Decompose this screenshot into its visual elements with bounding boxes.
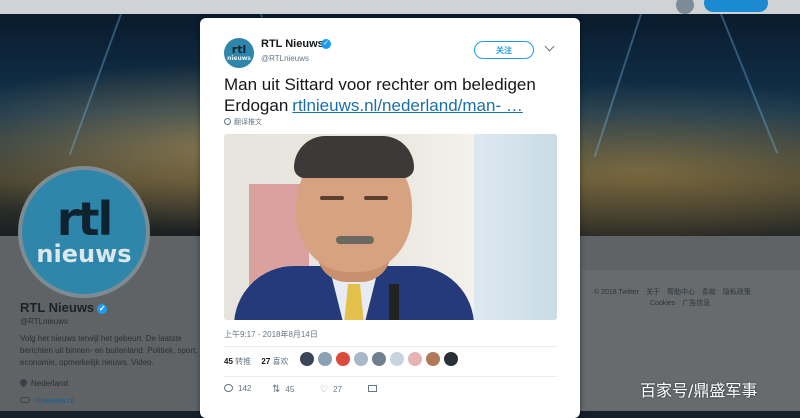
footer-link[interactable]: Cookies: [650, 300, 675, 307]
profile-url[interactable]: rtlnieuws.nl: [20, 396, 74, 405]
follow-button[interactable]: 关注: [474, 41, 534, 59]
liker-avatar[interactable]: [318, 352, 332, 366]
tweet-link[interactable]: rtlnieuws.nl/nederland/man- …: [292, 96, 523, 115]
watermark: 百家号/鼎盛军事: [640, 381, 758, 400]
profile-location: Nederland: [18, 377, 68, 388]
profile-handle: @RTLnieuws: [20, 317, 68, 326]
footer-link[interactable]: 广告信息: [682, 300, 710, 307]
retweets-label[interactable]: 转推: [235, 357, 251, 366]
avatar-text-nieuws: nieuws: [227, 55, 251, 62]
translate-tweet[interactable]: 翻译推文: [224, 117, 262, 127]
footer-link[interactable]: © 2018 Twitter: [594, 289, 639, 296]
tweet-stats: 45 转推 27 喜欢: [224, 356, 289, 367]
author-avatar[interactable]: rtl nieuws: [224, 38, 254, 68]
likes-label[interactable]: 喜欢: [273, 357, 289, 366]
heart-icon: ♡: [320, 384, 329, 394]
footer-links: © 2018 Twitter 关于 帮助中心 条款 隐私政策 Cookies 广…: [594, 287, 774, 309]
author-handle[interactable]: @RTLnieuws: [261, 54, 309, 63]
retweets-count[interactable]: 45: [224, 357, 233, 366]
profile-bio: Volg het nieuws terwijl het gebeurt. De …: [20, 334, 198, 367]
footer-link[interactable]: 隐私政策: [723, 289, 751, 296]
retweet-count: 45: [285, 385, 295, 394]
like-button[interactable]: ♡ 27: [320, 384, 342, 395]
profile-name-text: RTL Nieuws: [20, 300, 95, 315]
liker-avatar[interactable]: [408, 352, 422, 366]
footer-link[interactable]: 帮助中心: [667, 289, 695, 296]
like-count: 27: [333, 385, 342, 394]
footer-link[interactable]: 关于: [646, 289, 660, 296]
liker-avatar[interactable]: [354, 352, 368, 366]
reply-icon: [224, 384, 233, 392]
liker-avatar[interactable]: [300, 352, 314, 366]
link-icon: [20, 397, 30, 403]
liker-avatar[interactable]: [444, 352, 458, 366]
liker-avatar[interactable]: [336, 352, 350, 366]
envelope-icon: [368, 385, 377, 392]
location-pin-icon: [18, 377, 29, 388]
divider: [224, 376, 557, 377]
liker-avatar[interactable]: [426, 352, 440, 366]
account-avatar[interactable]: [676, 0, 694, 14]
tweet-text: Man uit Sittard voor rechter om beledige…: [224, 74, 564, 116]
globe-icon: [224, 118, 231, 125]
tweet-timestamp[interactable]: 上午9:17 - 2018年8月14日: [224, 329, 318, 340]
liker-avatars: [300, 352, 462, 368]
retweet-button[interactable]: ⇅ 45: [272, 384, 294, 395]
verified-icon: ✓: [97, 304, 108, 314]
profile-avatar[interactable]: rtl nieuws: [18, 166, 150, 298]
tweet-photo[interactable]: [224, 134, 557, 320]
likes-count[interactable]: 27: [261, 357, 270, 366]
liker-avatar[interactable]: [390, 352, 404, 366]
tweet-compose-button[interactable]: [704, 0, 768, 12]
tweet-modal: rtl nieuws RTL Nieuws ✓ @RTLnieuws 关注 Ma…: [200, 18, 580, 418]
profile-url-text[interactable]: rtlnieuws.nl: [34, 396, 74, 405]
logo-text-nieuws: nieuws: [36, 240, 132, 268]
retweet-icon: ⇅: [272, 384, 281, 395]
footer-link[interactable]: 条款: [702, 289, 716, 296]
reply-button[interactable]: 142: [224, 384, 251, 393]
chevron-down-icon[interactable]: [544, 41, 555, 52]
profile-location-text: Nederland: [31, 379, 68, 388]
author-name[interactable]: RTL Nieuws: [261, 38, 324, 50]
divider: [224, 346, 557, 347]
profile-name[interactable]: RTL Nieuws ✓: [20, 300, 108, 315]
direct-message-button[interactable]: [368, 384, 377, 393]
translate-label: 翻译推文: [234, 119, 262, 126]
logo-text-rtl: rtl: [56, 192, 113, 246]
reply-count: 142: [238, 384, 252, 393]
top-navigation-bar: [0, 0, 800, 14]
liker-avatar[interactable]: [372, 352, 386, 366]
verified-icon: ✓: [321, 39, 331, 49]
